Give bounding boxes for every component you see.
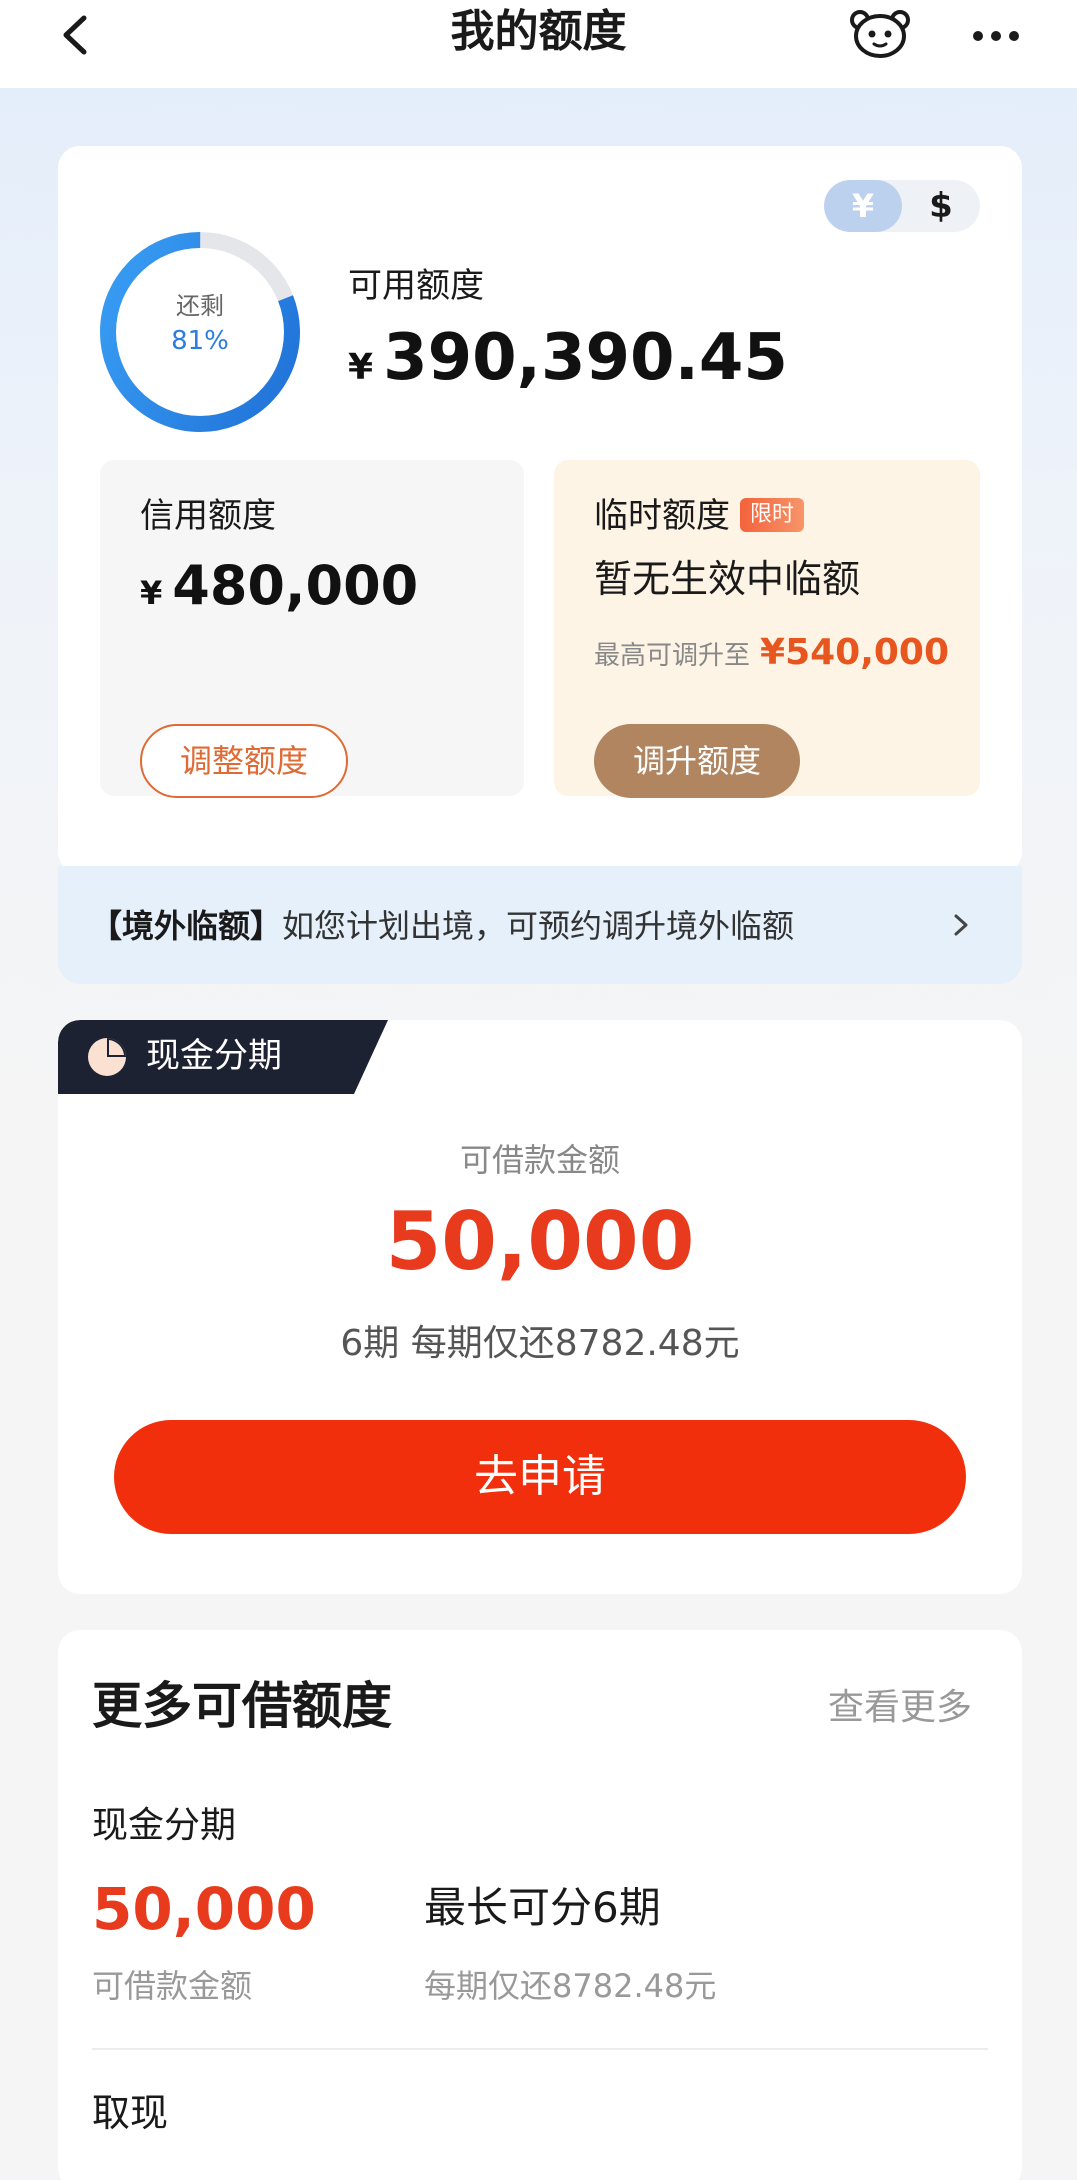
temporary-limit-title: 临时额度 [594, 496, 730, 536]
cash-installment-tag-label: 现金分期 [146, 1036, 282, 1076]
temporary-limit-title-row: 临时额度 限时 [594, 494, 805, 538]
borrowable-amount-label: 可借款金额 [459, 1141, 620, 1179]
overseas-banner-tag: 【境外临额】 [90, 907, 283, 945]
overseas-banner-text: 【境外临额】如您计划出境，可预约调升境外临额 [90, 904, 794, 948]
currency-toggle[interactable]: ¥ $ [824, 180, 980, 232]
available-amount-value: 390,390.45 [383, 321, 788, 395]
max-raise-label: 最高可调升至 [594, 641, 751, 671]
page-title: 我的额度 [450, 6, 627, 57]
remaining-quota-ring: 还剩 81% [98, 230, 302, 434]
raise-limit-button[interactable]: 调升额度 [594, 724, 800, 798]
adjust-limit-button[interactable]: 调整额度 [140, 724, 348, 798]
cash-installment-item-amount-label: 可借款金额 [92, 1967, 253, 2005]
chevron-right-icon [954, 914, 968, 936]
cash-installment-item-periods: 最长可分6期 [424, 1883, 661, 1932]
limited-time-badge: 限时 [740, 497, 805, 532]
more-options-icon[interactable] [968, 10, 1024, 60]
cash-installment-item-amount: 50,000 [92, 1875, 316, 1943]
overseas-temp-limit-banner[interactable]: 【境外临额】如您计划出境，可预约调升境外临额 [58, 866, 1022, 984]
credit-limit-title: 信用额度 [140, 496, 276, 536]
view-more-link[interactable]: 查看更多 [828, 1684, 972, 1732]
top-nav-bar: 我的额度 [0, 0, 1077, 88]
ring-remaining-label: 还剩 [176, 292, 224, 320]
ring-remaining-percent: 81% [171, 326, 229, 356]
apply-button[interactable]: 去申请 [114, 1420, 966, 1534]
cash-installment-item-title[interactable]: 现金分期 [92, 1802, 236, 1850]
currency-usd-option[interactable]: $ [902, 180, 980, 232]
yen-symbol: ¥ [140, 574, 163, 612]
yen-symbol: ¥ [348, 347, 374, 388]
overseas-banner-message: 如您计划出境，可预约调升境外临额 [282, 907, 795, 945]
installment-terms: 6期 每期仅还8782.48元 [340, 1323, 740, 1364]
credit-limit-panel: 信用额度 ¥480,000 调整额度 [100, 460, 524, 798]
available-quota-amount: ¥390,390.45 [348, 318, 788, 408]
credit-amount-value: 480,000 [172, 554, 419, 617]
cash-installment-card: 现金分期 可借款金额 50,000 6期 每期仅还8782.48元 去申请 [58, 1020, 1022, 1594]
temporary-limit-status: 暂无生效中临额 [594, 557, 861, 601]
quota-card: ¥ $ 还剩 81% 可用额度 ¥390,390.45 信用额度 ¥480,00… [58, 146, 1022, 874]
cash-withdrawal-item-title[interactable]: 取现 [92, 2088, 168, 2138]
more-borrowable-title: 更多可借额度 [92, 1677, 392, 1735]
available-quota-label: 可用额度 [348, 266, 484, 306]
pie-chart-icon [88, 1038, 126, 1076]
currency-rmb-option[interactable]: ¥ [824, 180, 902, 232]
max-raise-row: 最高可调升至 ¥540,000 [594, 630, 949, 679]
cash-installment-tag: 现金分期 [58, 1020, 388, 1094]
max-raise-value: ¥540,000 [760, 632, 950, 673]
borrowable-amount-value: 50,000 [385, 1195, 695, 1288]
cash-installment-item-periods-sub: 每期仅还8782.48元 [424, 1967, 717, 2005]
more-borrowable-card: 更多可借额度 查看更多 现金分期 50,000 可借款金额 最长可分6期 每期仅… [58, 1630, 1022, 2180]
temporary-limit-panel: 临时额度 限时 暂无生效中临额 最高可调升至 ¥540,000 调升额度 [554, 460, 980, 798]
divider [92, 2048, 988, 2050]
credit-limit-amount: ¥480,000 [140, 552, 418, 627]
customer-service-robot-icon[interactable] [848, 6, 912, 62]
